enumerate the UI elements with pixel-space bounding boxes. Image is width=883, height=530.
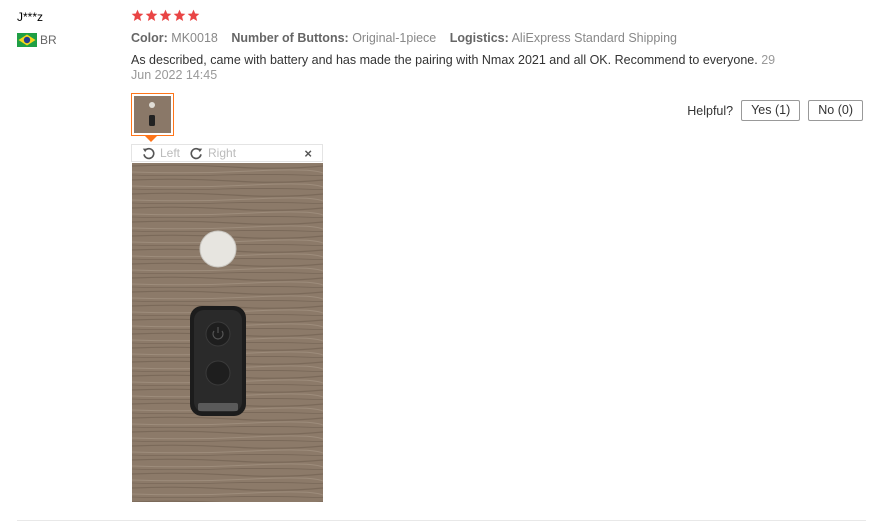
review-body: As described, came with battery and has … [131, 53, 781, 83]
star-icon [131, 9, 144, 22]
order-attributes: Color: MK0018 Number of Buttons: Origina… [131, 31, 687, 45]
thumbnail-caret [145, 136, 157, 142]
rotate-left-label: Left [160, 146, 181, 160]
review-photo-large [132, 163, 323, 502]
rotate-right-label: Right [208, 146, 237, 160]
image-viewer-toolbar: Left Right × [131, 144, 323, 162]
star-icon [159, 9, 172, 22]
brazil-flag-icon [17, 33, 37, 47]
helpful-label: Helpful? [687, 103, 734, 118]
star-icon [145, 9, 158, 22]
helpful-yes-button[interactable]: Yes (1) [741, 100, 801, 121]
review-divider [17, 520, 866, 521]
star-icon [173, 9, 186, 22]
close-viewer-button[interactable]: × [304, 146, 312, 161]
thumbnail-image [134, 96, 171, 133]
review-photo-thumbnail[interactable] [131, 93, 174, 136]
logistics-label: Logistics: [449, 31, 509, 45]
reviewer-country: BR [17, 33, 57, 47]
star-icon [187, 9, 200, 22]
helpful-vote: Helpful? Yes (1) No (0) [687, 100, 863, 121]
review-text: As described, came with battery and has … [131, 53, 758, 67]
logistics-value: AliExpress Standard Shipping [511, 31, 677, 45]
rotate-right-icon [190, 147, 203, 159]
rotate-right-button[interactable]: Right [190, 146, 236, 160]
buttons-value: Original-1piece [352, 31, 437, 45]
color-value: MK0018 [171, 31, 218, 45]
buttons-label: Number of Buttons: [231, 31, 349, 45]
rotate-left-icon [142, 147, 155, 159]
color-label: Color: [131, 31, 168, 45]
star-rating [131, 9, 200, 22]
reviewer-name: J***z [17, 10, 44, 24]
country-code: BR [40, 33, 57, 47]
photo-key-fob-image [132, 163, 323, 502]
helpful-no-button[interactable]: No (0) [808, 100, 863, 121]
rotate-left-button[interactable]: Left [142, 146, 180, 160]
